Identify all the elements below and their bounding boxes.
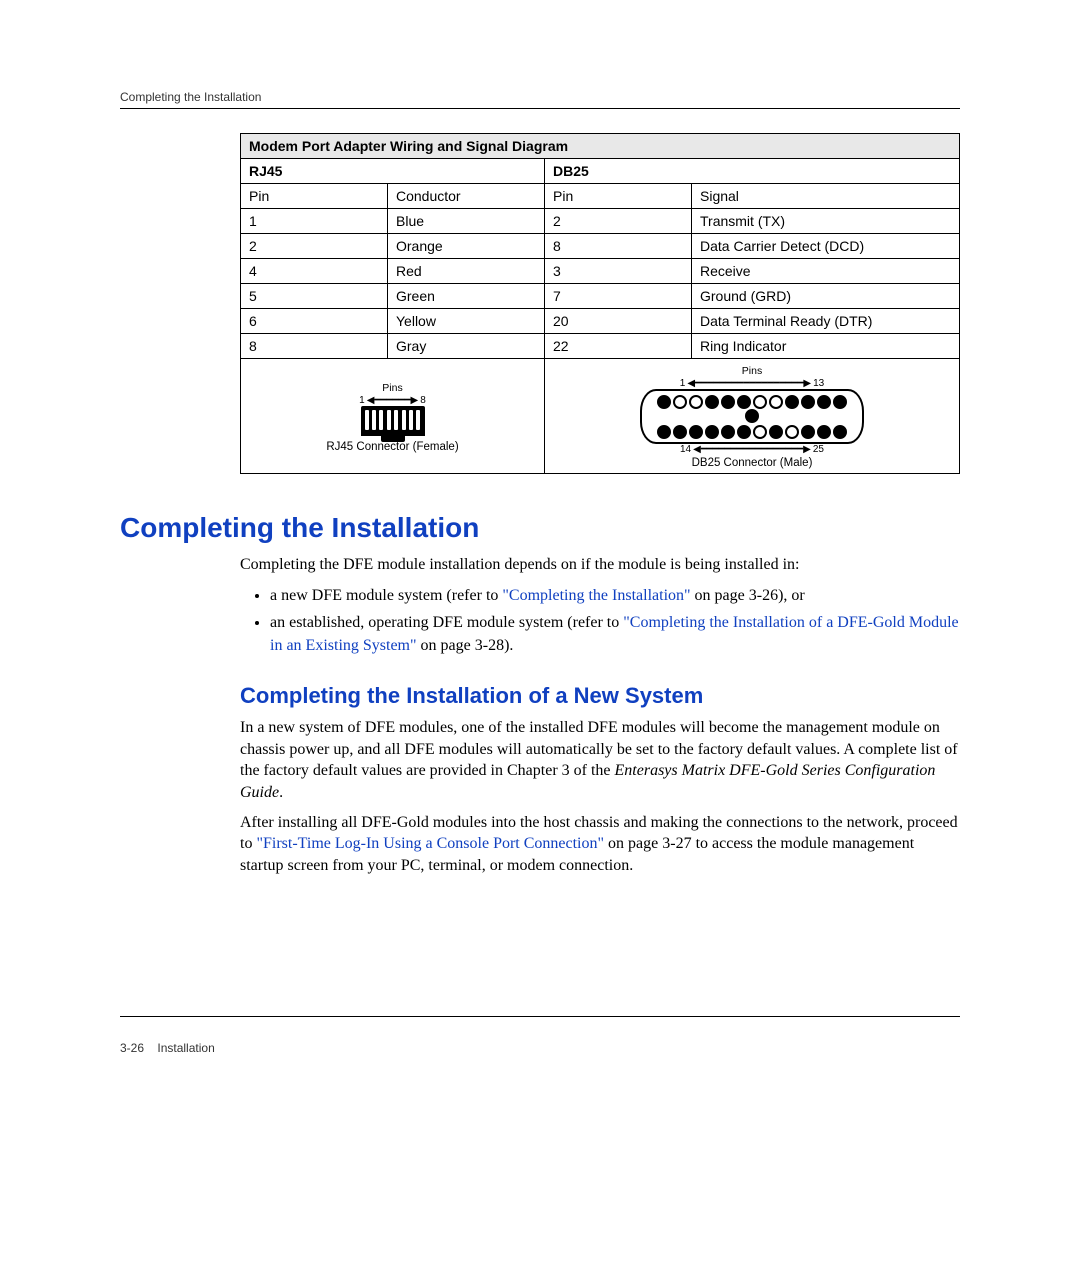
bullet-list: a new DFE module system (refer to "Compl… <box>240 584 960 658</box>
db25-connector-icon <box>640 389 864 444</box>
rj45-arrow-line: 1 ◀━━━━━━▶ 8 <box>241 395 544 406</box>
db25-diagram-cell: Pins 1 ◀━━━━━━━━━━━━━━━━━━▶ 13 <box>545 359 960 474</box>
footer-chapter: Installation <box>157 1041 214 1055</box>
body-paragraph: In a new system of DFE modules, one of t… <box>240 717 960 803</box>
section-heading: Completing the Installation <box>120 512 960 544</box>
col-pin-db25: Pin <box>545 184 692 209</box>
intro-paragraph: Completing the DFE module installation d… <box>240 554 960 576</box>
db25-header: DB25 <box>545 159 960 184</box>
db25-pins-label: Pins <box>545 365 959 377</box>
body-paragraph: After installing all DFE-Gold modules in… <box>240 812 960 877</box>
xref-link[interactable]: "Completing the Installation" <box>502 587 690 604</box>
footer-page-number: 3-26 <box>120 1041 144 1055</box>
db25-top-arrow: 1 ◀━━━━━━━━━━━━━━━━━━▶ 13 <box>545 378 959 389</box>
col-signal: Signal <box>692 184 960 209</box>
table-row: 2 Orange 8 Data Carrier Detect (DCD) <box>241 234 960 259</box>
rj45-caption: RJ45 Connector (Female) <box>241 441 544 453</box>
rj45-pins-label: Pins <box>241 382 544 394</box>
rj45-diagram-cell: Pins 1 ◀━━━━━━▶ 8 RJ45 Connector (Female… <box>241 359 545 474</box>
rj45-header: RJ45 <box>241 159 545 184</box>
list-item: a new DFE module system (refer to "Compl… <box>270 584 960 607</box>
table-title: Modem Port Adapter Wiring and Signal Dia… <box>241 134 960 159</box>
table-row: 5 Green 7 Ground (GRD) <box>241 284 960 309</box>
list-item: an established, operating DFE module sys… <box>270 611 960 657</box>
col-pin-rj45: Pin <box>241 184 388 209</box>
header-rule <box>120 108 960 109</box>
table-row: 6 Yellow 20 Data Terminal Ready (DTR) <box>241 309 960 334</box>
db25-bottom-arrow: 14 ◀━━━━━━━━━━━━━━━━━▶ 25 <box>545 444 959 455</box>
page-footer: 3-26 Installation <box>120 1041 960 1055</box>
table-row: 4 Red 3 Receive <box>241 259 960 284</box>
wiring-table: Modem Port Adapter Wiring and Signal Dia… <box>240 133 960 474</box>
rj45-connector-icon <box>361 406 425 436</box>
table-row: 1 Blue 2 Transmit (TX) <box>241 209 960 234</box>
db25-caption: DB25 Connector (Male) <box>545 457 959 469</box>
footer-rule <box>120 1016 960 1017</box>
running-head: Completing the Installation <box>120 90 960 104</box>
col-conductor: Conductor <box>388 184 545 209</box>
xref-link[interactable]: "First-Time Log-In Using a Console Port … <box>256 835 604 852</box>
subsection-heading: Completing the Installation of a New Sys… <box>240 683 960 709</box>
table-row: 8 Gray 22 Ring Indicator <box>241 334 960 359</box>
